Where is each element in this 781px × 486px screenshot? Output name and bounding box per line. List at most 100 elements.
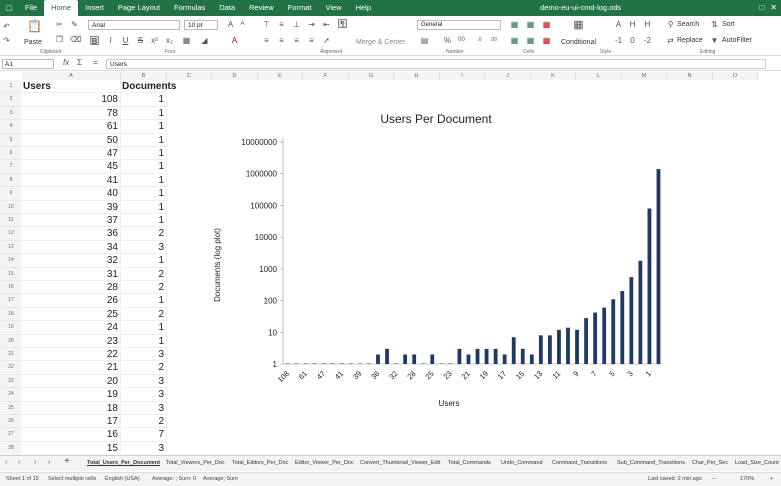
cell[interactable]: 2 — [121, 361, 167, 375]
formula-input[interactable]: Users — [106, 59, 766, 69]
style-minus2-icon[interactable]: -2 — [643, 36, 652, 45]
sheet-tab[interactable]: Char_Per_Sec — [692, 460, 728, 466]
indent-icon[interactable]: ⇥ — [307, 20, 316, 29]
sheet-tab[interactable]: Editor_Viewer_Per_Doc — [295, 460, 354, 466]
cell[interactable]: 20 — [22, 374, 121, 389]
cell[interactable]: 1 — [121, 321, 167, 335]
currency-icon[interactable]: ▤ — [420, 36, 429, 45]
row-header[interactable]: 3 — [0, 106, 22, 121]
cell[interactable]: 24 — [22, 321, 121, 335]
sum-icon[interactable]: Σ — [77, 58, 82, 67]
superscript-icon[interactable]: x² — [150, 36, 159, 45]
prev-sheet-icon[interactable]: ‹ — [18, 459, 20, 466]
orientation-icon[interactable]: ➚ — [322, 36, 331, 45]
cell[interactable]: 1 — [121, 200, 167, 214]
font-name-select[interactable]: Arial — [88, 20, 180, 30]
insert-rows-icon[interactable]: ▦ — [526, 20, 535, 29]
sheet-tab[interactable]: Command_Transitions — [552, 460, 607, 466]
style-minus1-icon[interactable]: -1 — [614, 36, 623, 45]
row-header[interactable]: 27 — [0, 428, 22, 442]
cell[interactable]: 1 — [121, 173, 167, 188]
row-header[interactable]: 23 — [0, 374, 22, 389]
cut-icon[interactable]: ✂ — [55, 20, 64, 29]
row-header[interactable]: 8 — [0, 173, 22, 188]
cell[interactable]: 1 — [121, 160, 167, 174]
decrease-decimal-icon[interactable]: .00 — [489, 36, 498, 45]
cell[interactable]: 15 — [22, 441, 121, 454]
cell[interactable]: Users — [22, 80, 121, 94]
align-right-icon[interactable]: ≡ — [292, 36, 301, 45]
clear-icon[interactable]: ⌫ — [70, 35, 81, 44]
row-header[interactable]: 21 — [0, 348, 22, 362]
subscript-icon[interactable]: x₂ — [165, 36, 174, 45]
increase-decimal-icon[interactable]: .0 — [475, 36, 484, 45]
menu-format[interactable]: Format — [281, 0, 319, 16]
cell[interactable]: 3 — [121, 388, 167, 402]
sheet-tab[interactable]: Total_Viewers_Per_Doc — [166, 460, 225, 466]
cell[interactable]: 21 — [22, 361, 121, 375]
name-box[interactable]: A1 — [2, 59, 54, 69]
formula-equals-icon[interactable]: = — [93, 58, 98, 67]
cell[interactable]: 2 — [121, 227, 167, 241]
zoom-level[interactable]: 170% — [740, 476, 754, 482]
cell[interactable]: 22 — [22, 348, 121, 362]
sheet-tab[interactable]: Load_Size_Count — [735, 460, 779, 466]
column-header[interactable]: O — [713, 72, 758, 80]
cell[interactable]: 25 — [22, 307, 121, 322]
sheet-tab[interactable]: Total_Commands — [448, 460, 491, 466]
cell[interactable]: 1 — [121, 133, 167, 147]
cell[interactable]: 32 — [22, 254, 121, 268]
cell[interactable]: 3 — [121, 348, 167, 362]
row-header[interactable]: 19 — [0, 321, 22, 335]
sort-button[interactable]: Sort — [722, 21, 735, 28]
row-header[interactable]: 10 — [0, 200, 22, 214]
row-header[interactable]: 4 — [0, 120, 22, 134]
delete-cells-icon[interactable]: ▦ — [542, 20, 551, 29]
stats-selector[interactable]: Average; Sum — [203, 476, 238, 482]
column-header[interactable]: K — [531, 72, 576, 80]
menu-data[interactable]: Data — [212, 0, 242, 16]
next-sheet-icon[interactable]: › — [34, 459, 36, 466]
sheet-tab[interactable]: Convert_Thumbnail_Viewer_Edit — [360, 460, 440, 466]
menu-file[interactable]: File — [18, 0, 44, 16]
cell[interactable]: 45 — [22, 160, 121, 174]
column-header[interactable]: D — [212, 72, 258, 80]
column-header[interactable]: B — [121, 72, 167, 80]
cell[interactable]: 1 — [121, 106, 167, 121]
row-header[interactable]: 24 — [0, 388, 22, 402]
autofilter-icon[interactable]: ▼ — [710, 36, 719, 45]
menu-review[interactable]: Review — [242, 0, 281, 16]
first-sheet-icon[interactable]: ‹ — [5, 459, 7, 466]
shrink-font-icon[interactable]: A — [238, 20, 247, 29]
cell[interactable]: 18 — [22, 401, 121, 415]
format-cells-icon[interactable]: ▦ — [510, 36, 519, 45]
row-header[interactable]: 16 — [0, 281, 22, 295]
autofilter-button[interactable]: AutoFilter — [722, 37, 752, 44]
cell[interactable]: 37 — [22, 214, 121, 228]
column-header[interactable]: G — [349, 72, 394, 80]
strikethrough-icon[interactable]: S — [136, 36, 145, 45]
sheet-tab[interactable]: Total_Users_Per_Document — [87, 460, 160, 466]
restore-icon[interactable]: □ — [759, 0, 764, 16]
row-header[interactable]: 6 — [0, 147, 22, 161]
cell[interactable]: 23 — [22, 334, 121, 348]
wrap-text-icon[interactable]: ¶ — [338, 19, 347, 29]
copy-icon[interactable]: ❐ — [55, 35, 64, 44]
thousands-icon[interactable]: 00 — [457, 36, 466, 45]
justify-icon[interactable]: ≡ — [307, 36, 316, 45]
align-center-icon[interactable]: ≡ — [277, 36, 286, 45]
menu-insert[interactable]: Insert — [78, 0, 111, 16]
row-header[interactable]: 12 — [0, 227, 22, 241]
align-left-icon[interactable]: ≡ — [262, 36, 271, 45]
cell[interactable]: 1 — [121, 294, 167, 308]
cell[interactable]: 36 — [22, 227, 121, 241]
row-header[interactable]: 22 — [0, 361, 22, 375]
cell[interactable]: 2 — [121, 415, 167, 429]
sheet-tab[interactable]: Undo_Command — [501, 460, 543, 466]
font-size-select[interactable]: 10 pt — [184, 20, 218, 30]
borders-icon[interactable]: ▦ — [182, 36, 191, 45]
cell[interactable]: 1 — [121, 93, 167, 107]
cell[interactable]: 1 — [121, 254, 167, 268]
bold-icon[interactable]: B — [90, 36, 99, 46]
cell[interactable]: 3 — [121, 374, 167, 389]
